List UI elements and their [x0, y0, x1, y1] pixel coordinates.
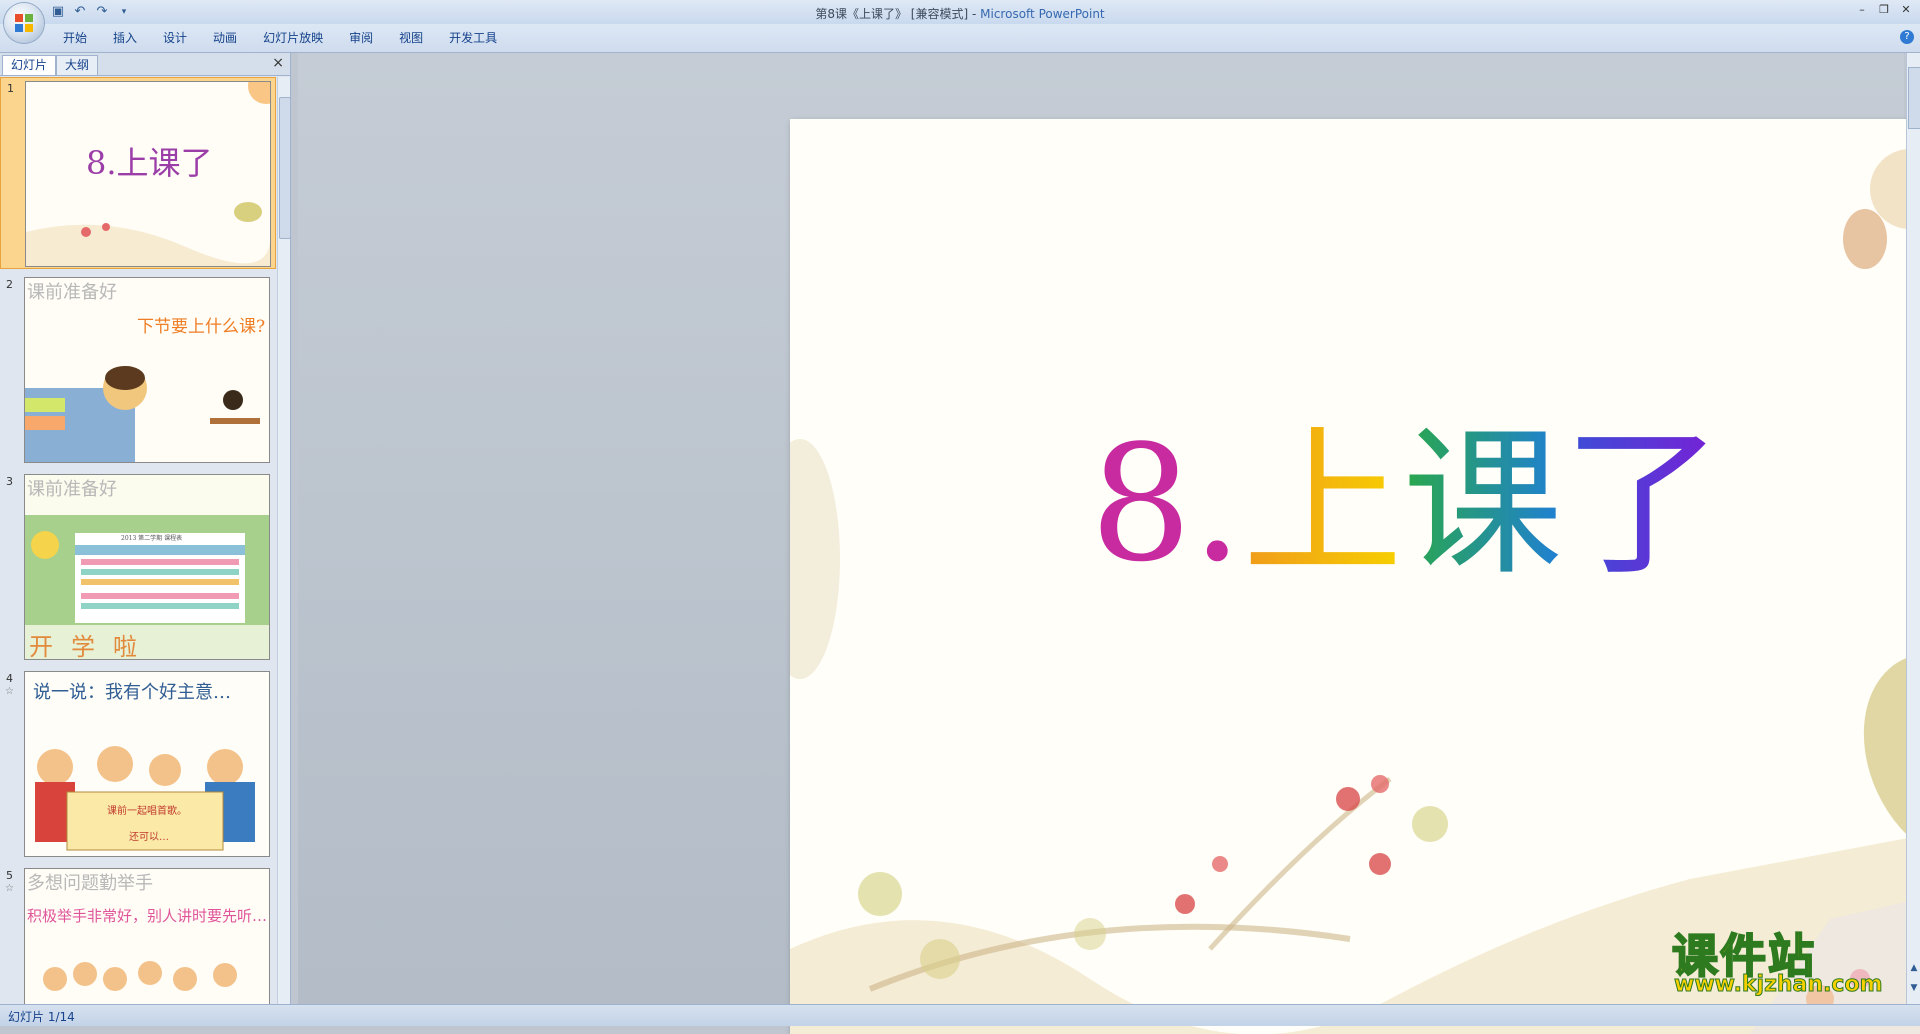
thumbnail-title: 课前准备好 [27, 479, 117, 500]
thumbnail-number: 5 [6, 869, 13, 882]
thumbnail-item[interactable]: 4 ☆ 说一说：我有个好主意… 课前一起唱首歌。 还可以… [0, 668, 276, 860]
menu-tab-1[interactable]: 插入 [100, 24, 150, 52]
menu-tab-6[interactable]: 视图 [386, 24, 436, 52]
close-icon[interactable]: ✕ [1896, 2, 1916, 18]
tab-outline[interactable]: 大纲 [56, 55, 99, 75]
thumbnail-item[interactable]: 5 ☆ 多想问题勤举手 积极举手非常好，别人讲时要先听… [0, 865, 276, 1004]
title-bar: ▣ ↶ ↷ ▾ 第8课《上课了》 [兼容模式] - Microsoft Powe… [0, 0, 1920, 24]
thumbnail-title: 说一说：我有个好主意… [33, 682, 231, 703]
thumbnail-title: 多想问题勤举手 [27, 873, 153, 894]
thumbnail-scroll-thumb[interactable] [279, 97, 291, 239]
menu-tab-7[interactable]: 开发工具 [436, 24, 510, 52]
slide-editor: 8.上课了 [298, 53, 1920, 1034]
restore-icon[interactable]: ❐ [1874, 2, 1894, 18]
thumbnail-slide-3[interactable]: 课前准备好 2013 第二学期 课程表 开学啦 [24, 474, 270, 660]
editor-vertical-scrollbar[interactable]: ▲ ▼ [1906, 53, 1920, 1004]
office-button[interactable] [4, 3, 44, 43]
thumbnail-line2: 还可以… [129, 832, 169, 843]
thumbnail-scrollbar[interactable] [277, 77, 291, 1004]
slide-counter: 幻灯片 1/14 [8, 1010, 75, 1024]
thumbnail-list: 1 8.上课了 2 课前准备好 下节要上什么课? 3 课前准备好 2013 第二… [0, 77, 276, 1004]
slide-title[interactable]: 8.上课了 [1090, 404, 1790, 604]
slides-panel: 幻灯片 大纲 × 1 8.上课了 2 课前准备好 下节要上什么课? 3 课前准备… [0, 53, 291, 1004]
title-char-1: 上 [1242, 410, 1403, 597]
current-slide[interactable]: 8.上课了 [790, 119, 1920, 1034]
status-bar: 幻灯片 1/14 [0, 1004, 1920, 1026]
title-number: 8. [1090, 410, 1243, 597]
watermark-logo: 课件站 www.kjzhan.com [1670, 920, 1910, 1002]
thumbnail-subtitle: 下节要上什么课? [137, 317, 266, 337]
menu-tab-4[interactable]: 幻灯片放映 [250, 24, 336, 52]
editor-scroll-thumb[interactable] [1908, 67, 1920, 129]
thumbnail-title: 8.上课了 [86, 144, 213, 182]
tab-slides[interactable]: 幻灯片 [2, 55, 57, 75]
menu-tab-0[interactable]: 开始 [50, 24, 100, 52]
thumbnail-number: 4 [6, 672, 13, 685]
window-controls: – ❐ ✕ [1852, 2, 1916, 18]
animation-star-icon: ☆ [5, 883, 14, 894]
thumbnail-subtitle: 积极举手非常好，别人讲时要先听… [27, 907, 268, 925]
panel-tabs: 幻灯片 大纲 × [0, 53, 290, 76]
help-icon[interactable]: ? [1900, 30, 1914, 44]
thumbnail-number: 2 [6, 278, 13, 291]
thumbnail-line1: 课前一起唱首歌。 [107, 806, 187, 817]
thumbnail-slide-2[interactable]: 课前准备好 下节要上什么课? [24, 277, 270, 463]
menu-tab-3[interactable]: 动画 [200, 24, 250, 52]
title-char-2: 课 [1402, 410, 1563, 597]
ribbon-tabs: 开始 插入 设计 动画 幻灯片放映 审阅 视图 开发工具 ? [0, 24, 1920, 53]
thumbnail-number: 1 [7, 82, 14, 95]
thumbnail-title: 课前准备好 [27, 282, 117, 303]
office-logo-icon [15, 14, 33, 32]
thumbnail-2-illustration [25, 366, 260, 462]
thumbnail-slide-5[interactable]: 多想问题勤举手 积极举手非常好，别人讲时要先听… [24, 868, 270, 1004]
thumbnail-number: 3 [6, 475, 13, 488]
thumbnail-item[interactable]: 3 课前准备好 2013 第二学期 课程表 开学啦 [0, 471, 276, 663]
thumbnail-footer: 开学啦 [29, 633, 155, 660]
menu-tab-5[interactable]: 审阅 [336, 24, 386, 52]
thumbnail-slide-4[interactable]: 说一说：我有个好主意… 课前一起唱首歌。 还可以… [24, 671, 270, 857]
animation-star-icon: ☆ [5, 686, 14, 697]
thumbnail-item[interactable]: 2 课前准备好 下节要上什么课? [0, 274, 276, 466]
title-char-3: 了 [1562, 410, 1723, 597]
watermark-url: www.kjzhan.com [1674, 972, 1884, 998]
thumbnail-subtitle: 2013 第二学期 课程表 [121, 535, 183, 542]
window-title: 第8课《上课了》 [兼容模式] - Microsoft PowerPoint [815, 7, 1105, 21]
thumbnail-slide-1[interactable]: 8.上课了 [25, 81, 271, 267]
minimize-icon[interactable]: – [1852, 2, 1872, 18]
panel-close-icon[interactable]: × [272, 55, 284, 71]
thumbnail-item[interactable]: 1 8.上课了 [0, 77, 276, 269]
menu-tab-2[interactable]: 设计 [150, 24, 200, 52]
